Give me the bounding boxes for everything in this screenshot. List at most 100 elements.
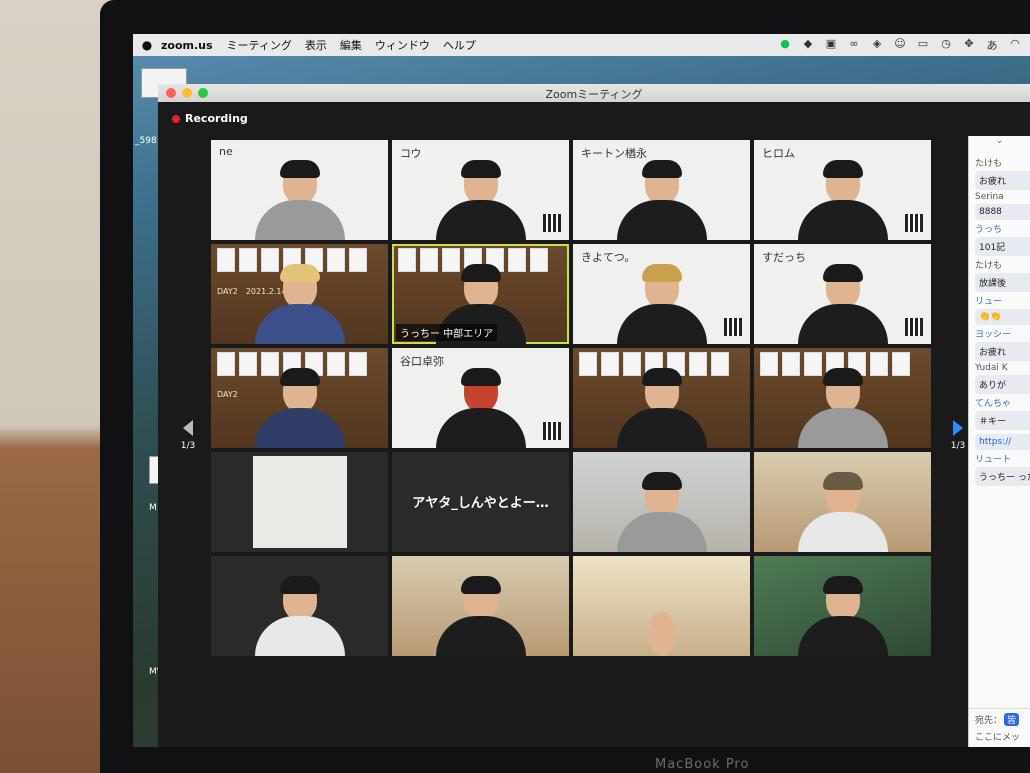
- participant-figure: [254, 160, 345, 240]
- chat-message: たけも 放課後: [969, 256, 1030, 292]
- video-tile[interactable]: [754, 452, 931, 552]
- status-icons: ● ◆ ▣ ∞ ◈ ☺ ▭ ◷ ✥ あ ◠: [778, 37, 1030, 53]
- arrow-right-icon: [953, 420, 963, 436]
- chat-sender: ヨッシー: [975, 330, 1012, 340]
- gallery-prev-page-button[interactable]: 1/3: [173, 420, 203, 451]
- chat-text: ＃キー: [975, 411, 1030, 430]
- participant-figure: [254, 264, 345, 344]
- accessibility-icon[interactable]: ☺: [893, 37, 907, 53]
- tile-label: 谷口卓弥: [400, 355, 444, 368]
- recording-dot-icon: [172, 114, 180, 123]
- chat-sender: たけも: [975, 261, 1003, 271]
- chat-message: リュー 👏👏: [969, 292, 1030, 325]
- qr-code-icon: [724, 318, 742, 336]
- chat-text: お疲れ: [975, 171, 1030, 190]
- chat-message: うっち 101記: [969, 220, 1030, 256]
- participant-figure: [616, 368, 707, 448]
- chevron-down-icon[interactable]: ⌄: [969, 136, 1030, 154]
- qr-code-icon: [543, 422, 561, 440]
- video-tile[interactable]: DAY2: [211, 348, 388, 448]
- menu-view[interactable]: 表示: [305, 37, 327, 53]
- video-tile[interactable]: [754, 348, 931, 448]
- participant-figure: [797, 264, 888, 344]
- qr-code-icon: [543, 214, 561, 232]
- participant-name-badge: うっちー 中部エリア: [396, 324, 498, 341]
- video-tile[interactable]: [211, 452, 388, 552]
- time-machine-icon[interactable]: ◷: [939, 37, 953, 53]
- tile-label: ne: [219, 145, 233, 158]
- video-tile[interactable]: [754, 556, 931, 656]
- creative-cloud-icon[interactable]: ∞: [847, 37, 861, 53]
- chat-text: うっちー った: [975, 467, 1030, 486]
- japan-map-background: [253, 456, 347, 548]
- video-tile[interactable]: [573, 452, 750, 552]
- video-tile[interactable]: [573, 348, 750, 448]
- qr-code-icon: [905, 318, 923, 336]
- page-indicator: 1/3: [180, 441, 196, 451]
- chat-text: 👏👏: [975, 309, 1030, 325]
- tile-label: ヒロム: [762, 147, 795, 160]
- qr-code-icon: [905, 214, 923, 232]
- video-tile[interactable]: [573, 556, 750, 656]
- chat-text: ありが: [975, 375, 1030, 394]
- participant-figure: [435, 368, 526, 448]
- active-speaker-tile[interactable]: うっちー 中部エリア: [392, 244, 569, 344]
- display-icon[interactable]: ▭: [916, 37, 930, 53]
- video-tile[interactable]: [392, 556, 569, 656]
- participant-figure: [616, 472, 707, 552]
- chat-message: https://: [969, 430, 1030, 450]
- zoom-meeting-window: Zoomミーティング Recording 1/3 1/3 ne コウ キートン楢…: [158, 84, 1030, 747]
- move-icon[interactable]: ✥: [962, 37, 976, 53]
- menu-window[interactable]: ウィンドウ: [375, 37, 430, 53]
- chat-sender: うっち: [975, 225, 1003, 235]
- wifi-icon[interactable]: ◠: [1008, 37, 1022, 53]
- participant-figure: [797, 368, 888, 448]
- menu-meeting[interactable]: ミーティング: [227, 37, 292, 53]
- video-tile[interactable]: ne: [211, 140, 388, 240]
- chat-sender: Yudai K: [975, 363, 1008, 373]
- participant-figure: [797, 576, 888, 656]
- video-tile[interactable]: DAY2 2021.2.14: [211, 244, 388, 344]
- chat-message: ヨッシー お疲れ: [969, 325, 1030, 361]
- window-title: Zoomミーティング: [545, 88, 643, 101]
- window-titlebar[interactable]: Zoomミーティング: [158, 84, 1030, 102]
- chat-message: てんちゃ ＃キー: [969, 394, 1030, 430]
- video-tile[interactable]: キートン楢永: [573, 140, 750, 240]
- chat-message: たけも お疲れ: [969, 154, 1030, 190]
- color-picker-icon[interactable]: ◈: [870, 37, 884, 53]
- video-off-tile[interactable]: アヤタ_しんやとよー…: [392, 452, 569, 552]
- menu-help[interactable]: ヘルプ: [443, 37, 476, 53]
- video-tile[interactable]: コウ: [392, 140, 569, 240]
- chat-compose: 宛先：皆 ここにメッ: [969, 708, 1030, 747]
- video-tile[interactable]: すだっち: [754, 244, 931, 344]
- chat-sender: たけも: [975, 159, 1003, 169]
- video-tile[interactable]: 谷口卓弥: [392, 348, 569, 448]
- zoom-icon[interactable]: ▣: [824, 37, 838, 53]
- recording-indicator[interactable]: Recording: [172, 112, 248, 125]
- chat-input[interactable]: ここにメッ: [975, 730, 1025, 743]
- participant-figure: [797, 472, 888, 552]
- tile-label: すだっち: [762, 251, 806, 264]
- video-tile[interactable]: [211, 556, 388, 656]
- chat-message: リュート うっちー った: [969, 450, 1030, 486]
- desktop-file-label: _598: [135, 136, 157, 146]
- menu-app-name[interactable]: zoom.us: [161, 39, 213, 52]
- line-icon[interactable]: ●: [778, 37, 792, 53]
- chat-sender: Serina: [975, 192, 1004, 202]
- participant-figure: [616, 160, 707, 240]
- gallery-view: ne コウ キートン楢永 ヒロム DAY2 2021.2.14 うっちー 中部エ…: [211, 140, 931, 656]
- chat-sender: リュー: [975, 297, 1003, 307]
- evernote-icon[interactable]: ◆: [801, 37, 815, 53]
- chat-link[interactable]: https://: [975, 434, 1030, 450]
- screen: _598 Mとw MW自 ● zoom.us ミーティング 表示 編集 ウィンド…: [133, 34, 1030, 747]
- chat-recipient-row: 宛先：皆: [975, 713, 1025, 726]
- menu-edit[interactable]: 編集: [340, 37, 362, 53]
- video-tile[interactable]: ヒロム: [754, 140, 931, 240]
- participant-figure: [797, 160, 888, 240]
- chat-text: 放課後: [975, 273, 1030, 292]
- apple-icon[interactable]: ●: [133, 38, 161, 52]
- video-tile[interactable]: きよてつ。: [573, 244, 750, 344]
- chat-recipient-select[interactable]: 皆: [1004, 713, 1020, 726]
- input-method-icon[interactable]: あ: [985, 37, 999, 53]
- participant-figure: [254, 576, 345, 656]
